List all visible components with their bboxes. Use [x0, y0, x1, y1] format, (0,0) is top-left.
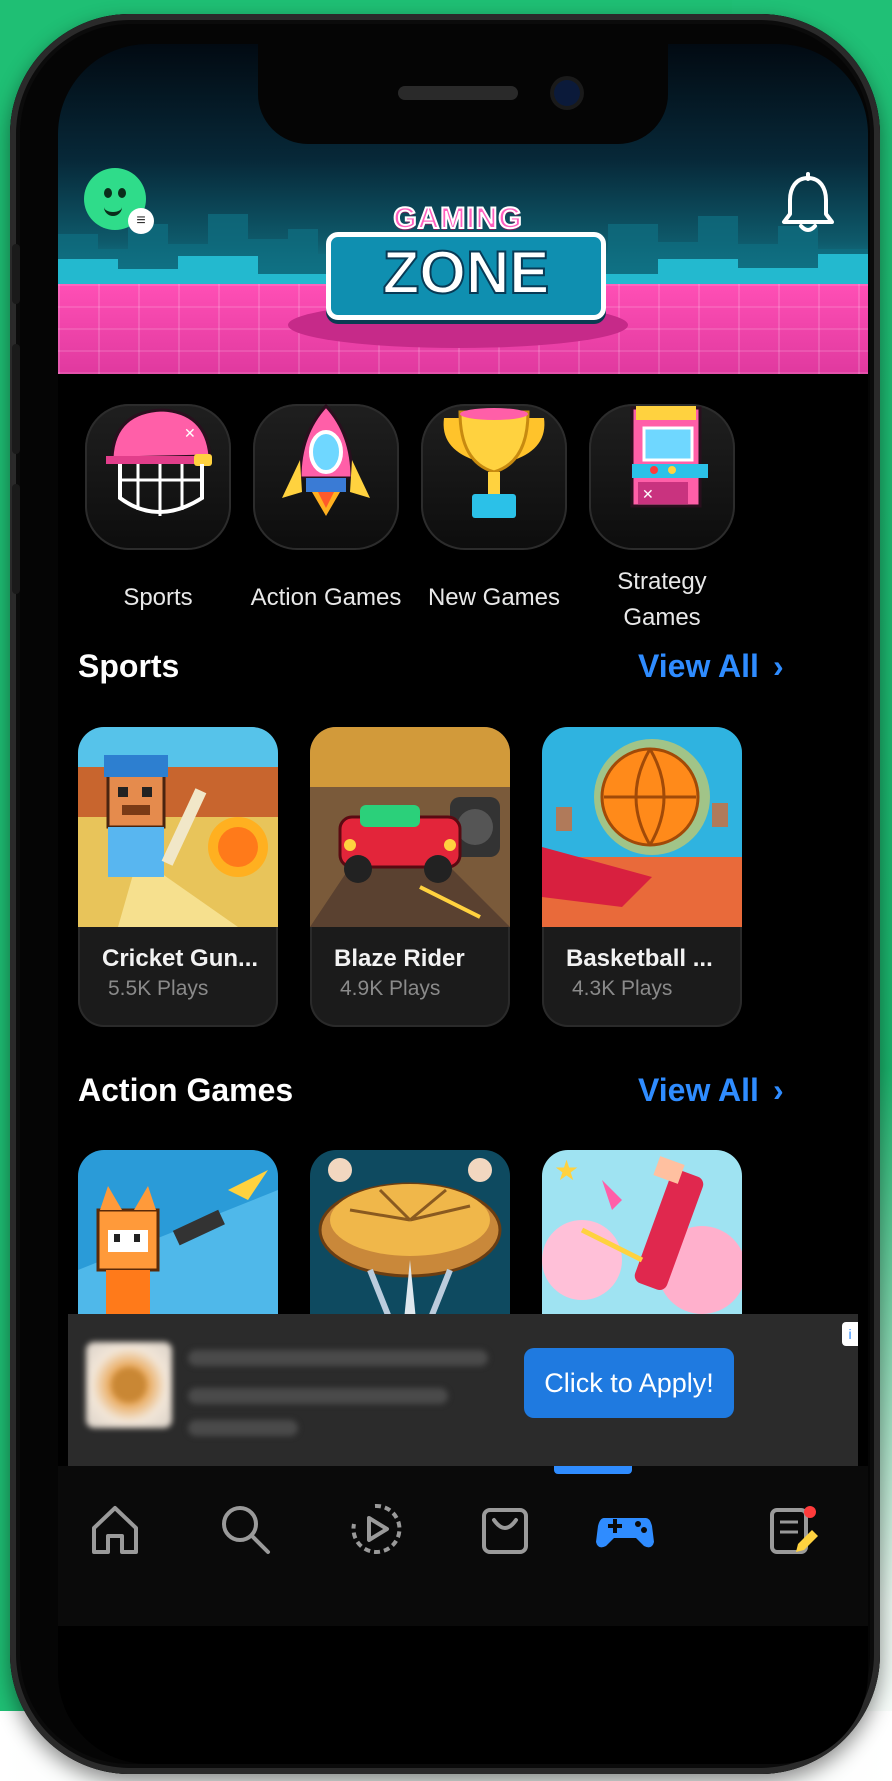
category-tile: ✕: [85, 404, 231, 550]
category-tile: [253, 403, 399, 550]
section-title-action-games: Action Games: [78, 1072, 294, 1108]
gamepad-icon[interactable]: [590, 1494, 660, 1564]
game-plays: 5.5K Plays: [108, 977, 209, 1000]
home-icon[interactable]: [80, 1494, 150, 1564]
category-tile: [421, 404, 567, 550]
active-tab-indicator: [554, 1466, 632, 1474]
view-all-sports-link[interactable]: View All ›: [638, 648, 784, 685]
game-plays: 4.3K Plays: [572, 977, 673, 1000]
view-all-action-link[interactable]: View All ›: [638, 1072, 784, 1109]
bell-icon[interactable]: [778, 172, 838, 238]
chevron-right-icon: ›: [772, 1072, 784, 1108]
ad-banner[interactable]: Click to Apply! i: [68, 1314, 858, 1466]
game-card-action-3[interactable]: ★: [542, 1150, 742, 1320]
game-name: Blaze Rider: [334, 945, 465, 972]
click-to-apply-button[interactable]: Click to Apply!: [524, 1348, 734, 1418]
rocket-icon: [282, 403, 370, 516]
category-label: Action Games: [250, 584, 402, 611]
shopping-bag-icon[interactable]: [470, 1494, 540, 1564]
history-play-icon[interactable]: [340, 1494, 410, 1564]
section-title-sports: Sports: [78, 648, 180, 684]
avatar-eye: [118, 188, 126, 198]
avatar-mouth: [104, 204, 122, 216]
avatar-eye: [104, 188, 112, 198]
logo-zone-text: ZONE: [326, 232, 606, 320]
search-icon[interactable]: [210, 1494, 280, 1564]
svg-text:✕: ✕: [642, 487, 654, 503]
game-card-action-1[interactable]: [78, 1150, 278, 1320]
arcade-machine-icon: ✕: [630, 406, 708, 508]
bottom-navigation: [58, 1466, 868, 1626]
category-strategy-games[interactable]: ✕ Strategy Games: [582, 404, 742, 636]
phone-frame: GAMING ZONE ≡ ✕ Sports Action Games New …: [10, 14, 880, 1774]
notch: [258, 44, 668, 144]
ad-image: [86, 1342, 172, 1428]
speaker: [398, 86, 518, 100]
category-tile: ✕: [589, 404, 735, 550]
game-thumbnail: [542, 727, 742, 927]
game-card-basketball[interactable]: Basketball ... 4.3K Plays: [542, 727, 742, 1027]
svg-text:★: ★: [554, 1154, 579, 1187]
game-card-action-2[interactable]: [310, 1150, 510, 1320]
view-all-label: View All: [638, 648, 759, 684]
game-thumbnail: [310, 727, 510, 927]
game-thumbnail: ★: [542, 1150, 742, 1320]
game-thumbnail: [78, 1150, 278, 1320]
ad-choices-icon[interactable]: i: [842, 1322, 858, 1346]
game-thumbnail: [310, 1150, 510, 1320]
svg-text:✕: ✕: [184, 426, 196, 442]
category-label: New Games: [427, 584, 561, 611]
side-button: [12, 244, 20, 304]
ad-text-blurred: [188, 1350, 488, 1366]
game-name: Basketball ...: [566, 945, 713, 972]
cricket-helmet-icon: ✕: [106, 408, 212, 516]
ad-text-blurred: [188, 1420, 298, 1436]
menu-badge-icon[interactable]: ≡: [128, 208, 154, 234]
ad-text-blurred: [188, 1388, 448, 1404]
category-action-games[interactable]: Action Games: [246, 403, 406, 616]
view-all-label: View All: [638, 1072, 759, 1108]
app-screen: GAMING ZONE ≡ ✕ Sports Action Games New …: [58, 44, 868, 1764]
category-label: Sports: [123, 584, 193, 611]
front-camera: [554, 80, 580, 106]
category-label: Strategy Games: [617, 568, 707, 631]
chevron-right-icon: ›: [772, 648, 784, 684]
side-button: [12, 484, 20, 594]
logo-gaming-text: GAMING: [392, 201, 523, 236]
game-plays: 4.9K Plays: [340, 977, 441, 1000]
category-new-games[interactable]: New Games: [414, 404, 574, 616]
trophy-icon: [443, 408, 545, 518]
game-card-blaze-rider[interactable]: Blaze Rider 4.9K Plays: [310, 727, 510, 1027]
game-thumbnail: [78, 727, 278, 927]
game-card-cricket[interactable]: Cricket Gun... 5.5K Plays: [78, 727, 278, 1027]
game-name: Cricket Gun...: [102, 945, 259, 972]
notes-icon[interactable]: [758, 1494, 828, 1564]
category-sports[interactable]: ✕ Sports: [78, 404, 238, 616]
side-button: [12, 344, 20, 454]
